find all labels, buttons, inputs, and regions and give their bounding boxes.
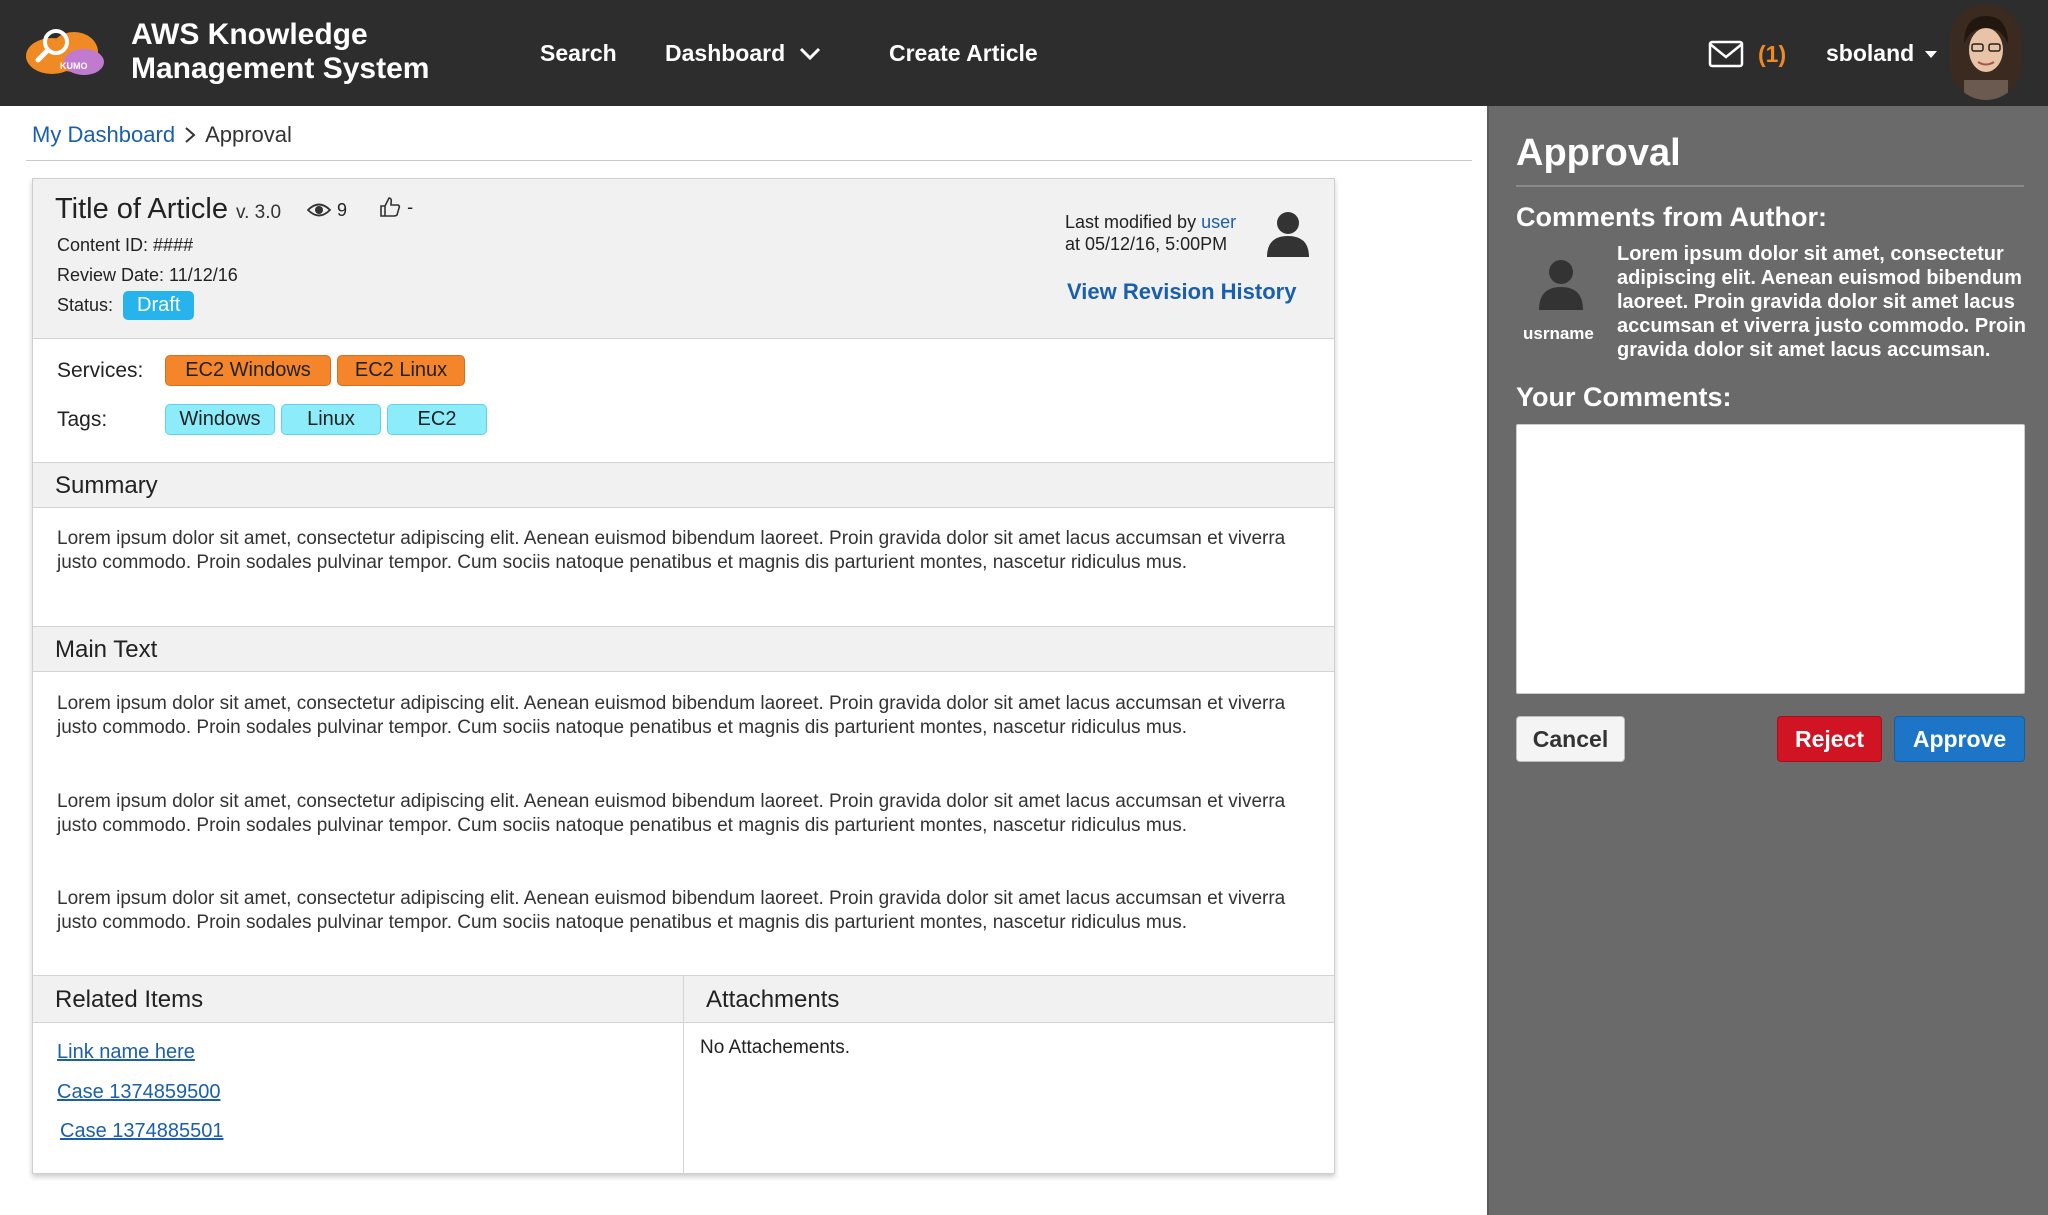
top-navigation-bar: KUMO AWS Knowledge Management System Sea… bbox=[0, 0, 2048, 106]
like-count-value: - bbox=[407, 196, 414, 217]
tag-chip-ec2[interactable]: EC2 bbox=[387, 404, 487, 435]
nav-create-article[interactable]: Create Article bbox=[889, 40, 1038, 67]
your-comments-heading: Your Comments: bbox=[1516, 382, 1732, 412]
kumo-logo[interactable]: KUMO bbox=[22, 22, 106, 78]
nav-dashboard-label: Dashboard bbox=[665, 40, 786, 66]
main-paragraph: Lorem ipsum dolor sit amet, consectetur … bbox=[57, 888, 1286, 933]
mail-icon bbox=[1708, 40, 1744, 68]
approve-button[interactable]: Approve bbox=[1894, 716, 2025, 762]
article-version: v. 3.0 bbox=[235, 202, 282, 223]
last-modified: Last modified by user at 05/12/16, 5:00P… bbox=[1065, 211, 1236, 255]
tag-chip-windows[interactable]: Windows bbox=[165, 404, 275, 435]
view-count-value: 9 bbox=[337, 199, 348, 220]
article-title: Title of Article bbox=[55, 193, 228, 225]
author-name: usrname bbox=[1523, 324, 1594, 343]
user-photo bbox=[1950, 4, 2022, 100]
eye-icon bbox=[307, 203, 332, 217]
nav-search[interactable]: Search bbox=[540, 40, 617, 67]
like-button[interactable]: - bbox=[379, 196, 413, 218]
app-title-line-1: AWS Knowledge bbox=[131, 18, 368, 51]
services-label: Services: bbox=[57, 358, 144, 382]
user-menu[interactable]: sboland bbox=[1826, 40, 1938, 67]
related-items-heading: Related Items bbox=[33, 975, 683, 1023]
user-silhouette-icon bbox=[1267, 212, 1309, 257]
summary-heading: Summary bbox=[33, 462, 1334, 508]
article-header: Title of Article v. 3.0 9 - Content ID: … bbox=[33, 179, 1334, 339]
last-modified-user-link[interactable]: user bbox=[1201, 212, 1236, 232]
mail-count-badge: (1) bbox=[1758, 40, 1787, 67]
status-badge: Draft bbox=[123, 291, 195, 320]
author-comment-text: Lorem ipsum dolor sit amet, consectetur … bbox=[1617, 243, 2027, 361]
approval-title: Approval bbox=[1516, 132, 1681, 174]
summary-text: Lorem ipsum dolor sit amet, consectetur … bbox=[57, 528, 1286, 573]
view-count: 9 bbox=[307, 200, 347, 221]
main-paragraph: Lorem ipsum dolor sit amet, consectetur … bbox=[57, 693, 1286, 738]
status-label: Status: bbox=[57, 295, 114, 315]
tags-row: Tags: Windows Linux EC2 bbox=[57, 404, 487, 435]
cancel-button[interactable]: Cancel bbox=[1516, 716, 1625, 762]
app-title: AWS Knowledge Management System bbox=[131, 18, 429, 86]
main-text-heading: Main Text bbox=[33, 626, 1334, 672]
author-avatar-icon bbox=[1539, 260, 1583, 310]
chevron-down-icon bbox=[800, 47, 821, 60]
approval-panel: Approval Comments from Author: usrname L… bbox=[1487, 106, 2048, 1215]
related-items-section: Related Items Link name here Case 137485… bbox=[33, 975, 684, 1173]
content-id: Content ID: #### bbox=[57, 235, 194, 255]
breadcrumb: My Dashboard Approval bbox=[32, 122, 292, 148]
breadcrumb-divider bbox=[26, 160, 1472, 161]
your-comments-textarea[interactable] bbox=[1516, 424, 2025, 694]
last-modified-date: at 05/12/16, 5:00PM bbox=[1065, 234, 1228, 254]
author-comments-heading: Comments from Author: bbox=[1516, 202, 1827, 232]
mail-notifications[interactable]: (1) bbox=[1708, 40, 1786, 68]
related-link[interactable]: Case 1374859500 bbox=[57, 1081, 220, 1104]
status-row: Status: Draft bbox=[57, 291, 195, 320]
caret-down-icon bbox=[1925, 50, 1938, 58]
reject-button[interactable]: Reject bbox=[1777, 716, 1882, 762]
app-title-line-2: Management System bbox=[131, 52, 430, 85]
chevron-right-icon bbox=[185, 127, 196, 143]
article-title-row: Title of Article v. 3.0 9 - bbox=[55, 193, 413, 226]
service-chip-ec2-windows[interactable]: EC2 Windows bbox=[165, 355, 331, 386]
service-chip-ec2-linux[interactable]: EC2 Linux bbox=[337, 355, 465, 386]
no-attachments-text: No Attachements. bbox=[700, 1037, 850, 1058]
username: sboland bbox=[1826, 40, 1915, 66]
view-revision-history-link[interactable]: View Revision History bbox=[1067, 279, 1296, 305]
attachments-heading: Attachments bbox=[684, 975, 1334, 1023]
related-link[interactable]: Case 1374885501 bbox=[60, 1120, 223, 1143]
main-paragraph: Lorem ipsum dolor sit amet, consectetur … bbox=[57, 791, 1286, 836]
breadcrumb-my-dashboard[interactable]: My Dashboard bbox=[32, 122, 175, 148]
attachments-section: Attachments No Attachements. bbox=[684, 975, 1334, 1173]
breadcrumb-current: Approval bbox=[205, 122, 292, 147]
services-row: Services: EC2 Windows EC2 Linux bbox=[57, 355, 465, 386]
logo-text: KUMO bbox=[60, 61, 88, 71]
related-link[interactable]: Link name here bbox=[57, 1041, 195, 1064]
article-card: Title of Article v. 3.0 9 - Content ID: … bbox=[32, 178, 1335, 1174]
last-modified-prefix: Last modified by bbox=[1065, 212, 1202, 232]
tags-label: Tags: bbox=[57, 407, 108, 431]
nav-dashboard[interactable]: Dashboard bbox=[665, 40, 821, 67]
approval-divider bbox=[1516, 185, 2024, 187]
tag-chip-linux[interactable]: Linux bbox=[281, 404, 381, 435]
user-avatar[interactable] bbox=[1950, 4, 2022, 100]
kumo-cloud-logo-icon: KUMO bbox=[26, 29, 104, 75]
thumbs-up-icon bbox=[380, 197, 401, 217]
review-date: Review Date: 11/12/16 bbox=[57, 265, 238, 285]
